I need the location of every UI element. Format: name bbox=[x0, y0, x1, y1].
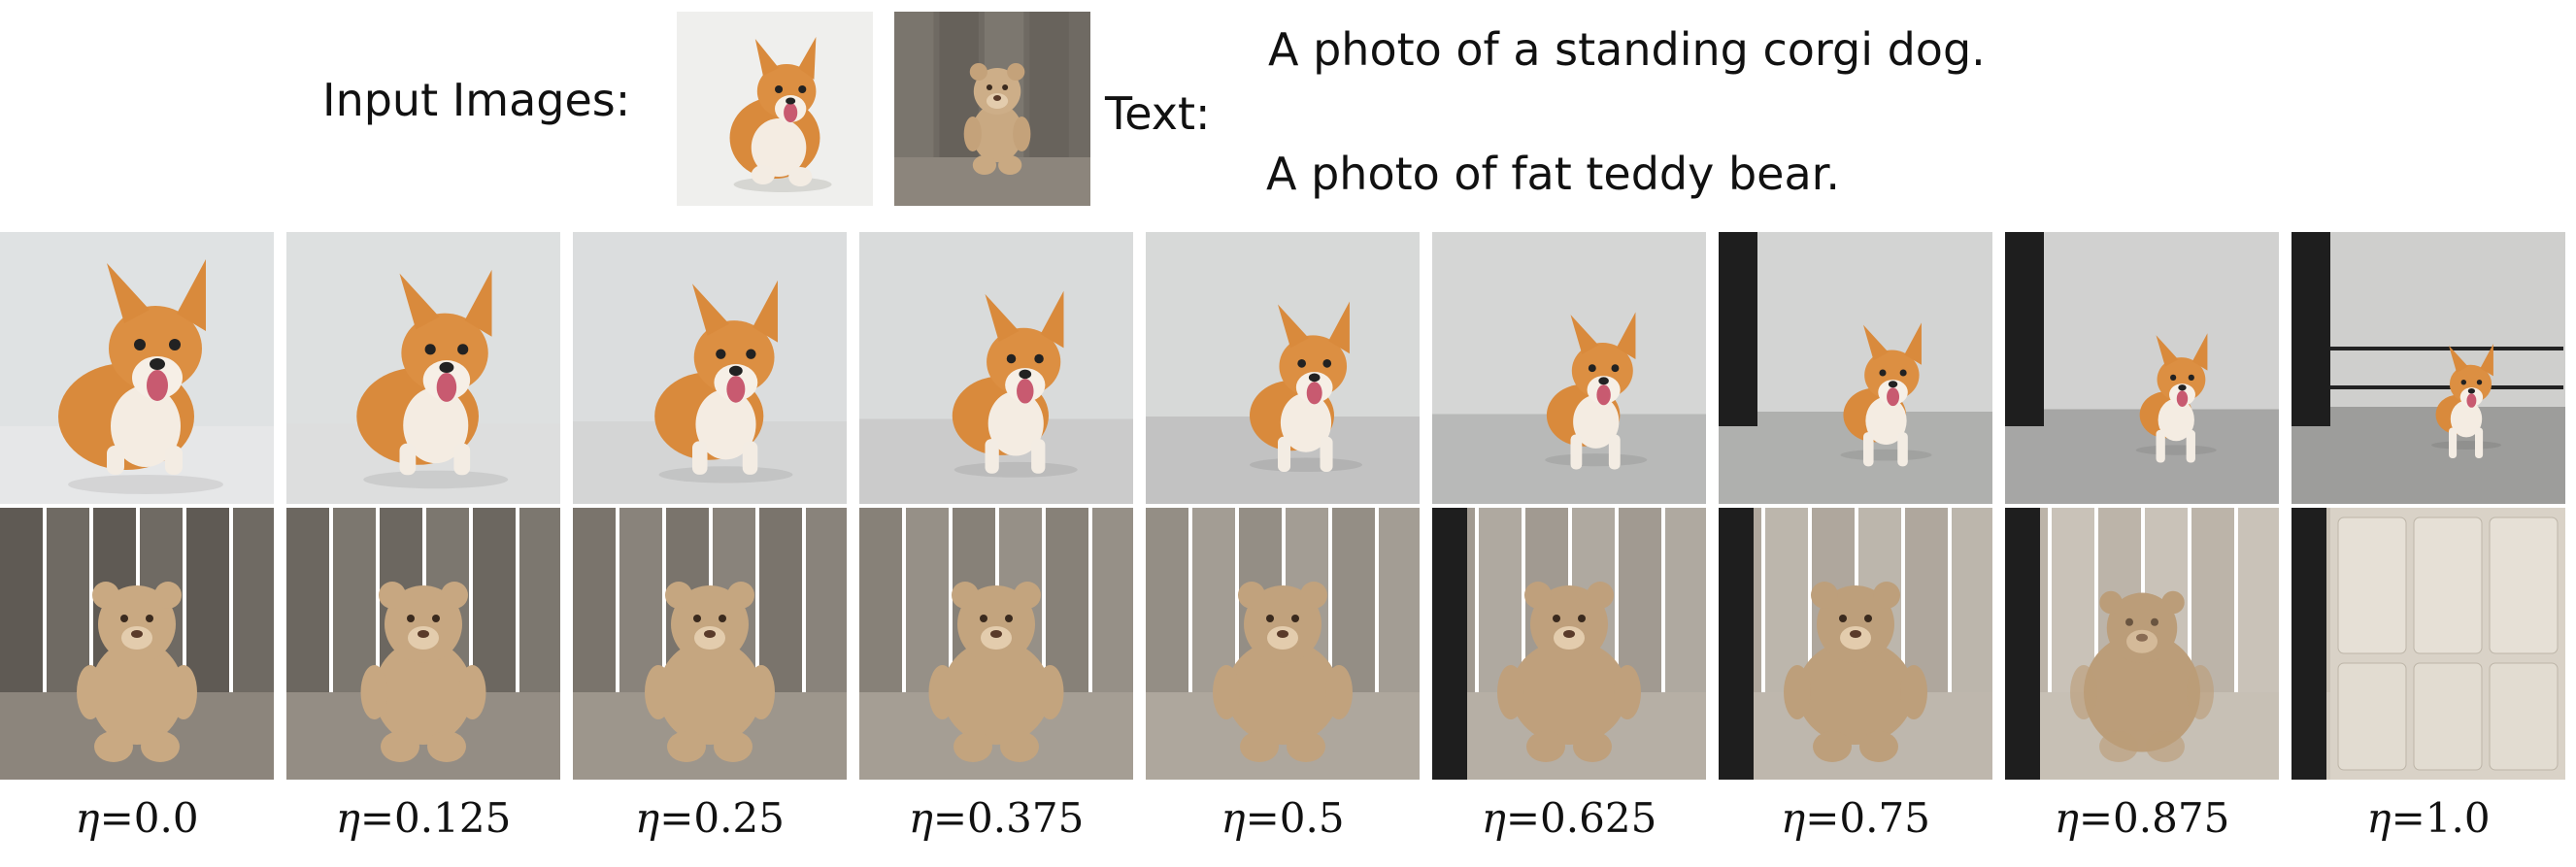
corgi-icon bbox=[1432, 232, 1706, 504]
teddy-bear-icon bbox=[1719, 508, 1992, 780]
teddy-bear-icon bbox=[1146, 508, 1420, 780]
corgi-output-image bbox=[286, 232, 560, 504]
eta-label: η=0.5 bbox=[1146, 794, 1420, 842]
teddy-bear-output-image bbox=[0, 508, 274, 780]
eta-label: η=0.75 bbox=[1719, 794, 1992, 842]
eta-value: =0.25 bbox=[659, 794, 785, 842]
teddy-bear-output-image bbox=[2292, 508, 2565, 780]
eta-symbol: η bbox=[335, 794, 360, 842]
corgi-output-image bbox=[0, 232, 274, 504]
teddy-bear-icon bbox=[0, 508, 274, 780]
corgi-icon bbox=[859, 232, 1133, 504]
eta-value: =0.625 bbox=[1505, 794, 1657, 842]
input-corgi-image bbox=[677, 12, 873, 206]
text-prompt-corgi: A photo of a standing corgi dog. bbox=[1268, 23, 1986, 76]
corgi-output-image bbox=[1719, 232, 1992, 504]
corgi-icon bbox=[2292, 232, 2565, 504]
text-prompt-teddy-bear: A photo of fat teddy bear. bbox=[1266, 148, 1840, 200]
teddy-bear-icon bbox=[2005, 508, 2279, 780]
text-label: Text: bbox=[1105, 87, 1211, 140]
eta-label: η=1.0 bbox=[2292, 794, 2565, 842]
eta-symbol: η bbox=[2054, 794, 2079, 842]
eta-symbol: η bbox=[908, 794, 933, 842]
corgi-output-image bbox=[573, 232, 847, 504]
teddy-bear-output-image bbox=[1719, 508, 1992, 780]
eta-symbol: η bbox=[1221, 794, 1246, 842]
eta-value: =0.875 bbox=[2078, 794, 2230, 842]
eta-value: =0.75 bbox=[1805, 794, 1930, 842]
corgi-icon bbox=[0, 232, 274, 504]
corgi-output-image bbox=[2005, 232, 2279, 504]
corgi-output-image bbox=[1146, 232, 1420, 504]
eta-symbol: η bbox=[635, 794, 660, 842]
corgi-output-image bbox=[2292, 232, 2565, 504]
eta-label: η=0.375 bbox=[859, 794, 1133, 842]
corgi-icon bbox=[286, 232, 560, 504]
teddy-bear-output-image bbox=[859, 508, 1133, 780]
teddy-bear-output-image bbox=[1146, 508, 1420, 780]
eta-label: η=0.625 bbox=[1432, 794, 1706, 842]
corgi-icon bbox=[1146, 232, 1420, 504]
corgi-output-image bbox=[859, 232, 1133, 504]
input-images-label: Input Images: bbox=[322, 74, 631, 126]
teddy-bear-icon bbox=[573, 508, 847, 780]
corgi-icon bbox=[1719, 232, 1992, 504]
eta-value: =0.125 bbox=[359, 794, 512, 842]
teddy-bear-output-image bbox=[2005, 508, 2279, 780]
teddy-bear-icon bbox=[2292, 508, 2565, 780]
teddy-bear-output-image bbox=[573, 508, 847, 780]
teddy-bear-icon bbox=[859, 508, 1133, 780]
eta-label: η=0.25 bbox=[573, 794, 847, 842]
eta-label: η=0.125 bbox=[286, 794, 560, 842]
teddy-bear-icon bbox=[894, 12, 1090, 206]
eta-symbol: η bbox=[2366, 794, 2392, 842]
corgi-output-image bbox=[1432, 232, 1706, 504]
eta-label: η=0.0 bbox=[0, 794, 274, 842]
eta-symbol: η bbox=[75, 794, 100, 842]
corgi-icon bbox=[677, 12, 873, 206]
teddy-bear-output-image bbox=[1432, 508, 1706, 780]
corgi-icon bbox=[2005, 232, 2279, 504]
eta-symbol: η bbox=[1781, 794, 1806, 842]
eta-value: =0.5 bbox=[1245, 794, 1345, 842]
teddy-bear-icon bbox=[286, 508, 560, 780]
input-teddy-bear-image bbox=[894, 12, 1090, 206]
eta-symbol: η bbox=[1481, 794, 1506, 842]
eta-value: =0.375 bbox=[932, 794, 1085, 842]
eta-value: =0.0 bbox=[99, 794, 199, 842]
teddy-bear-icon bbox=[1432, 508, 1706, 780]
eta-label: η=0.875 bbox=[2005, 794, 2279, 842]
teddy-bear-output-image bbox=[286, 508, 560, 780]
eta-value: =1.0 bbox=[2391, 794, 2491, 842]
corgi-icon bbox=[573, 232, 847, 504]
